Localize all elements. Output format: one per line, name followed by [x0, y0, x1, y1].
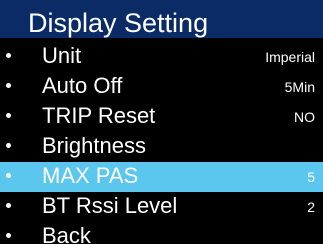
menu-item-value: 2 [307, 199, 315, 215]
menu-item-value: Imperial [265, 49, 315, 65]
bullet-icon [6, 233, 11, 238]
menu-item-label: Back [42, 223, 91, 244]
menu-item-max-pas[interactable]: MAX PAS 5 [0, 162, 323, 192]
bullet-icon [6, 113, 11, 118]
menu-item-value: 5 [307, 169, 315, 185]
menu-item-bt-rssi-level[interactable]: BT Rssi Level 2 [0, 192, 323, 222]
menu-item-value: 5Min [284, 79, 315, 95]
header-bar: Display Setting [0, 0, 323, 38]
bullet-icon [6, 203, 11, 208]
menu-item-label: MAX PAS [42, 163, 139, 188]
menu-item-label: BT Rssi Level [42, 193, 178, 218]
page-title: Display Setting [28, 8, 209, 38]
menu-item-label: Unit [42, 43, 82, 68]
menu-item-brightness[interactable]: Brightness [0, 132, 323, 162]
menu-item-trip-reset[interactable]: TRIP Reset NO [0, 102, 323, 132]
menu-item-label: Brightness [42, 133, 146, 158]
menu-item-value: NO [294, 109, 315, 125]
bullet-icon [6, 53, 11, 58]
bullet-icon [6, 143, 11, 148]
menu-item-unit[interactable]: Unit Imperial [0, 42, 323, 72]
menu-item-label: Auto Off [42, 73, 123, 98]
bullet-icon [6, 173, 11, 178]
menu-item-auto-off[interactable]: Auto Off 5Min [0, 72, 323, 102]
display-setting-screen: Display Setting Unit Imperial Auto Off 5… [0, 0, 323, 244]
menu-item-back[interactable]: Back [0, 222, 323, 244]
bullet-icon [6, 83, 11, 88]
menu-item-label: TRIP Reset [42, 103, 156, 128]
settings-menu: Unit Imperial Auto Off 5Min TRIP Reset N… [0, 42, 323, 244]
